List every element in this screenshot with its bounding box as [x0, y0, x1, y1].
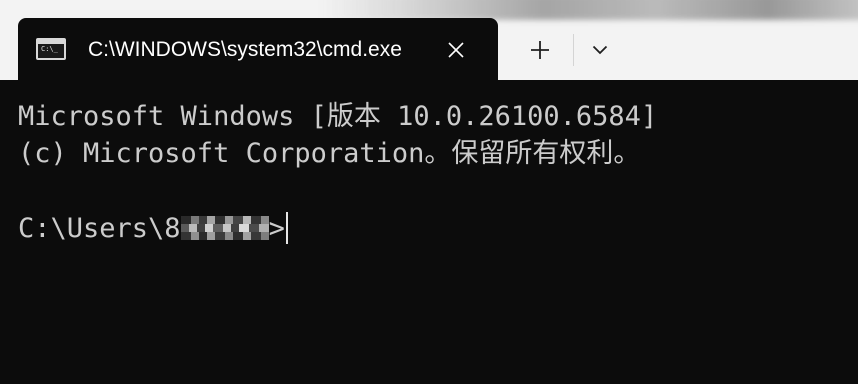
tab-close-button[interactable]: [436, 30, 476, 70]
titlebar-divider: [573, 34, 574, 66]
terminal-window: C:\_ C:\WINDOWS\system32\cmd.exe Microso…: [0, 0, 858, 384]
new-tab-button[interactable]: [520, 30, 560, 70]
prompt-path-prefix: C:\Users\8: [18, 213, 181, 244]
tab-title: C:\WINDOWS\system32\cmd.exe: [88, 38, 402, 61]
close-icon: [448, 42, 464, 58]
tab-cmd[interactable]: C:\_ C:\WINDOWS\system32\cmd.exe: [18, 18, 498, 80]
profile-dropdown-button[interactable]: [580, 30, 620, 70]
redacted-username: [180, 216, 269, 240]
prompt-symbol: >: [268, 213, 285, 244]
console-output[interactable]: Microsoft Windows [版本 10.0.26100.6584] (…: [0, 80, 858, 384]
background-blur: [320, 0, 858, 20]
text-cursor: [285, 212, 288, 244]
title-bar: C:\_ C:\WINDOWS\system32\cmd.exe: [0, 0, 858, 80]
console-line-version: Microsoft Windows [版本 10.0.26100.6584]: [18, 101, 658, 132]
console-prompt-line[interactable]: C:\Users\8 >: [18, 212, 288, 246]
cmd-icon: C:\_: [36, 38, 66, 60]
cmd-icon-prompt: C:\_: [41, 45, 58, 53]
plus-icon: [531, 41, 549, 59]
chevron-down-icon: [592, 45, 608, 55]
console-line-copyright: (c) Microsoft Corporation。保留所有权利。: [18, 138, 641, 169]
